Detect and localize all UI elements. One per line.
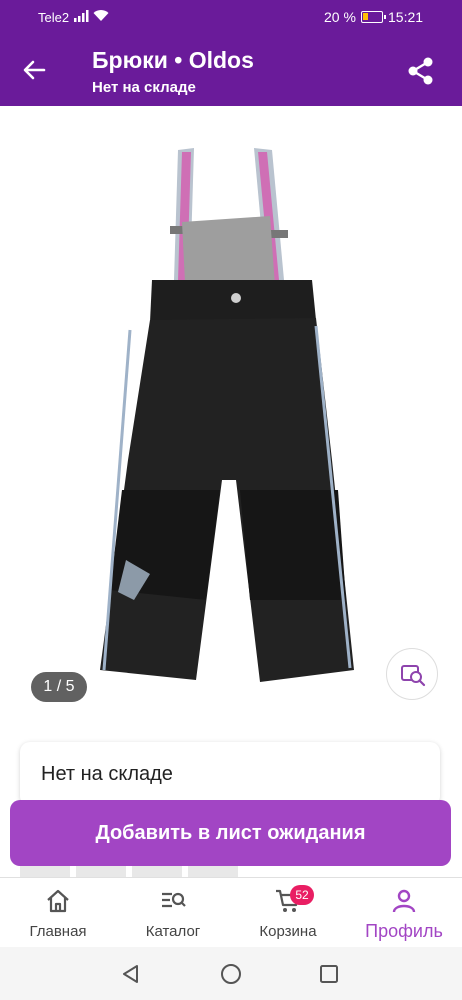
stock-status-card: Нет на складе	[20, 742, 440, 806]
nav-cart[interactable]: Корзина	[238, 878, 338, 948]
status-bar: Tele2 20 % 15:21	[0, 0, 462, 34]
nav-cart-label: Корзина	[259, 923, 317, 940]
add-to-waitlist-button[interactable]: Добавить в лист ожидания	[10, 800, 451, 866]
battery-icon	[361, 11, 386, 23]
share-icon[interactable]	[404, 54, 438, 88]
catalog-search-icon	[162, 892, 186, 908]
product-image[interactable]	[70, 130, 390, 690]
image-counter: 1 / 5	[31, 672, 87, 702]
app-header: Брюки • Oldos Нет на складе	[0, 34, 462, 106]
home-icon	[47, 889, 69, 913]
system-home-icon[interactable]	[220, 963, 242, 985]
nav-catalog-label: Каталог	[145, 923, 201, 940]
nav-home-label: Главная	[29, 923, 87, 940]
page-title: Брюки • Oldos	[92, 47, 254, 73]
battery-percent: 20 %	[324, 9, 356, 25]
cart-count-badge: 52	[290, 885, 314, 905]
system-recents-icon[interactable]	[318, 963, 340, 985]
signal-icon	[74, 10, 89, 22]
carrier-name: Tele2	[38, 10, 70, 25]
image-search-icon	[401, 665, 426, 687]
back-arrow-icon[interactable]	[18, 54, 50, 86]
wifi-icon	[93, 10, 109, 21]
image-search-button[interactable]	[386, 648, 438, 700]
clock: 15:21	[388, 9, 424, 25]
nav-profile-label: Профиль	[365, 921, 443, 941]
system-back-icon[interactable]	[120, 963, 142, 985]
bottom-navigation: Главная Каталог Корзина 52 Профиль	[0, 877, 462, 947]
nav-home[interactable]: Главная	[8, 878, 108, 948]
page-subtitle: Нет на складе	[92, 79, 196, 96]
profile-icon	[392, 889, 416, 913]
system-navigation-bar	[0, 947, 462, 1000]
nav-catalog[interactable]: Каталог	[123, 878, 223, 948]
stock-status-text: Нет на складе	[41, 763, 173, 785]
nav-profile[interactable]: Профиль	[354, 878, 454, 948]
